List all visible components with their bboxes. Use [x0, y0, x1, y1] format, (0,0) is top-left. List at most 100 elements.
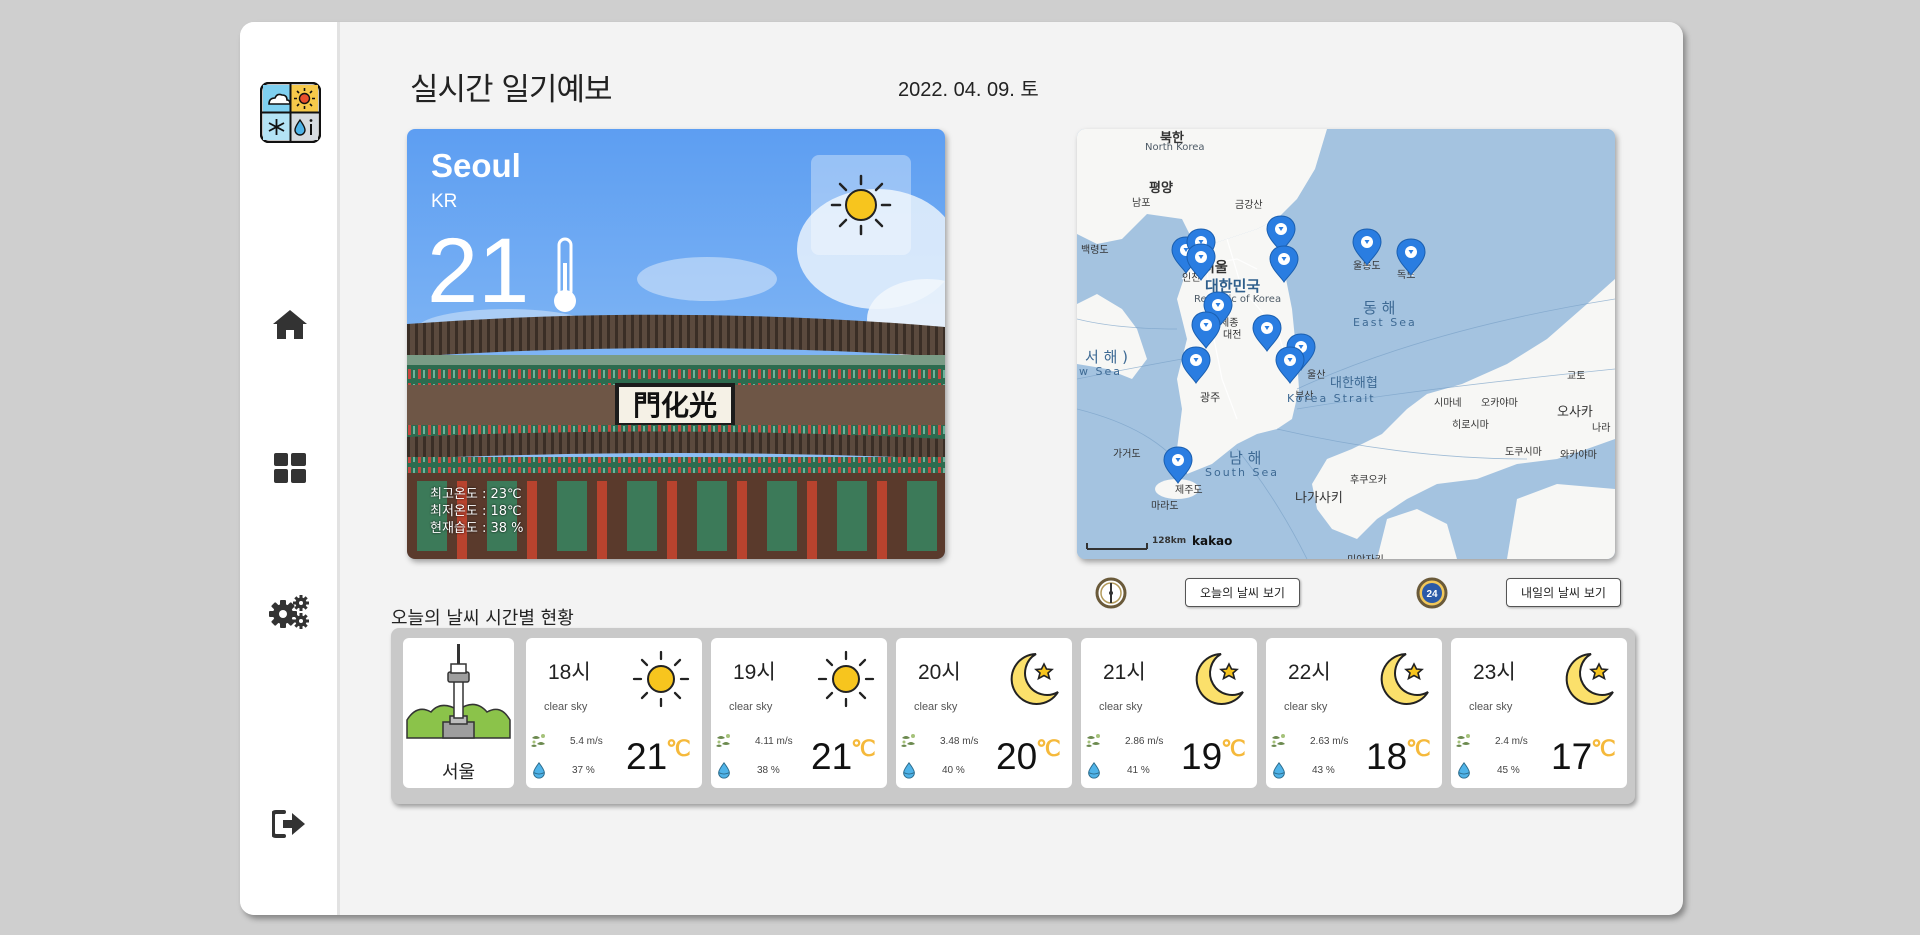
map-label-west-sea-en: w Sea	[1079, 365, 1122, 378]
map-label-nagasaki: 나가사키	[1295, 491, 1343, 506]
map-brand: kakao	[1192, 534, 1233, 548]
wind-speed: 5.4 m/s	[570, 736, 603, 747]
grid-icon	[274, 453, 306, 483]
map-label-tokushima: 도쿠시마	[1505, 447, 1542, 458]
hour-label: 19시	[733, 661, 776, 684]
settings-button[interactable]	[268, 590, 312, 634]
hourly-city-tile: 서울	[403, 638, 514, 788]
city-name: Seoul	[431, 147, 521, 184]
dashboard-button[interactable]	[268, 446, 312, 490]
map-label-seoul: 서울	[1202, 260, 1228, 276]
page-date: 2022. 04. 09. 토	[898, 79, 1039, 101]
map-label-south-sea: 남 해	[1229, 449, 1262, 467]
map-scale-label: 128km	[1152, 536, 1187, 546]
current-weather-card: 門化光 Seoul KR 21 최고온도: 23℃ 최저온도: 18℃ 현재…	[407, 129, 945, 559]
map-label-west-sea: 서 해 )	[1085, 348, 1128, 366]
max-temp-text: 최고온도 : 23℃	[430, 487, 522, 502]
sun-icon	[830, 174, 892, 236]
wind-icon	[531, 734, 545, 747]
compass-button[interactable]	[1095, 577, 1127, 609]
humidity-drop-icon	[1273, 762, 1285, 779]
map-label-ulleungdo: 울릉도	[1353, 261, 1381, 272]
celsius-unit: ℃	[1591, 736, 1616, 761]
country-code: KR	[431, 191, 458, 212]
humidity-drop-icon	[903, 762, 915, 779]
hourly-card: 18시 clear sky 5.4 m/s 37 % 21 ℃	[526, 638, 702, 788]
wind-speed: 2.4 m/s	[1495, 736, 1528, 747]
wind-icon	[1271, 734, 1285, 747]
humidity-value: 41 %	[1127, 765, 1150, 776]
map-label-korea-strait-en: Korea Strait	[1287, 392, 1376, 405]
map-label-daejeon: 대전	[1223, 330, 1242, 341]
app-window: 실시간 일기예보 2022. 04. 09. 토 門化光 Seoul KR 21…	[240, 22, 1683, 915]
map-label-dokdo: 독도	[1397, 270, 1416, 281]
hourly-card: 20시 clear sky 3.48 m/s 40 % 20 ℃	[896, 638, 1072, 788]
celsius-unit: ℃	[1036, 736, 1061, 761]
compass-icon	[1095, 577, 1127, 609]
celsius-unit: ℃	[1406, 736, 1431, 761]
tomorrow-weather-button[interactable]: 내일의 날씨 보기	[1506, 578, 1621, 607]
wind-speed: 4.11 m/s	[755, 736, 793, 747]
current-stats: 최고온도 : 23℃ 최저온도 : 18℃ 현재습도 : 38 %	[430, 486, 524, 537]
humidity-drop-icon	[533, 762, 545, 779]
hour-label: 18시	[548, 661, 591, 684]
today-weather-button[interactable]: 오늘의 날씨 보기	[1185, 578, 1300, 607]
24h-clock-icon: 24	[1416, 577, 1448, 609]
celsius-unit: ℃	[851, 736, 876, 761]
hourly-panel: 서울 18시 clear sky 5.4 m/s 37 % 21 ℃ 19시 clear sk…	[391, 628, 1635, 804]
humidity-value: 38 %	[757, 765, 780, 776]
humidity-value: 45 %	[1497, 765, 1520, 776]
hourly-city-name: 서울	[441, 762, 476, 783]
celsius-unit: ℃	[666, 736, 691, 761]
weather-condition-badge	[811, 155, 911, 255]
map-label-jeju: 제주도	[1175, 485, 1203, 496]
hour-description: clear sky	[544, 701, 588, 713]
svg-text:門化光: 門化光	[633, 389, 717, 422]
home-icon	[273, 310, 307, 339]
map-label-miyazaki: 미야자키	[1347, 551, 1384, 559]
map-label-gageodo: 가거도	[1113, 449, 1141, 460]
hour-temperature: 17	[1551, 736, 1593, 777]
hour-temperature: 18	[1366, 736, 1408, 777]
map-label-nampo: 남포	[1132, 198, 1151, 209]
map-label-fukuoka: 후쿠오카	[1350, 475, 1387, 486]
map-label-hiroshima: 히로시마	[1452, 420, 1489, 431]
weather-logo-icon[interactable]	[259, 81, 322, 144]
hour-temperature: 19	[1181, 736, 1223, 777]
map-label-wakayama: 와카야마	[1560, 450, 1597, 461]
map-label-east-sea: 동 해	[1363, 299, 1396, 317]
moon-icon	[1565, 653, 1614, 705]
map-label-south-korea: 대한민국	[1205, 277, 1261, 295]
wind-icon	[1456, 734, 1470, 747]
hourly-section-title: 오늘의 날씨 시간별 현황	[391, 608, 574, 629]
map-label-gwangju: 광주	[1200, 391, 1221, 404]
sun-icon	[817, 650, 875, 708]
moon-icon	[1195, 653, 1244, 705]
wind-icon	[716, 734, 730, 747]
map-label-nara: 나라	[1592, 423, 1611, 434]
map-label-shimane: 시마네	[1434, 398, 1462, 409]
hour-description: clear sky	[1099, 701, 1143, 713]
map-label-pyongyang: 평양	[1149, 181, 1173, 196]
hourly-card: 21시 clear sky 2.86 m/s 41 % 19 ℃	[1081, 638, 1257, 788]
hour-label: 23시	[1473, 661, 1516, 684]
tomorrow-clock-button[interactable]: 24	[1416, 577, 1448, 609]
map-label-baengnyeongdo: 백령도	[1081, 245, 1109, 256]
map-label-south-korea-en: Republic of Korea	[1194, 294, 1282, 305]
humidity-value: 43 %	[1312, 765, 1335, 776]
map-label-korea-strait: 대한해협	[1330, 376, 1378, 391]
home-button[interactable]	[268, 302, 312, 346]
humidity-drop-icon	[718, 762, 730, 779]
map-label-osaka: 오사카	[1557, 405, 1593, 420]
logout-button[interactable]	[268, 802, 312, 846]
wind-icon	[901, 734, 915, 747]
hour-temperature: 21	[626, 736, 668, 777]
hourly-card: 23시 clear sky 2.4 m/s 45 % 17 ℃	[1451, 638, 1627, 788]
wind-speed: 2.86 m/s	[1125, 736, 1164, 747]
map-label-north-korea-en: North Korea	[1145, 142, 1205, 153]
celsius-unit: ℃	[1221, 736, 1246, 761]
weather-map[interactable]: 북한 North Korea 평양 남포 금강산 백령도 서울 인천 대한민국 …	[1077, 129, 1615, 559]
hour-label: 21시	[1103, 661, 1146, 684]
hour-description: clear sky	[1469, 701, 1513, 713]
hour-description: clear sky	[729, 701, 773, 713]
